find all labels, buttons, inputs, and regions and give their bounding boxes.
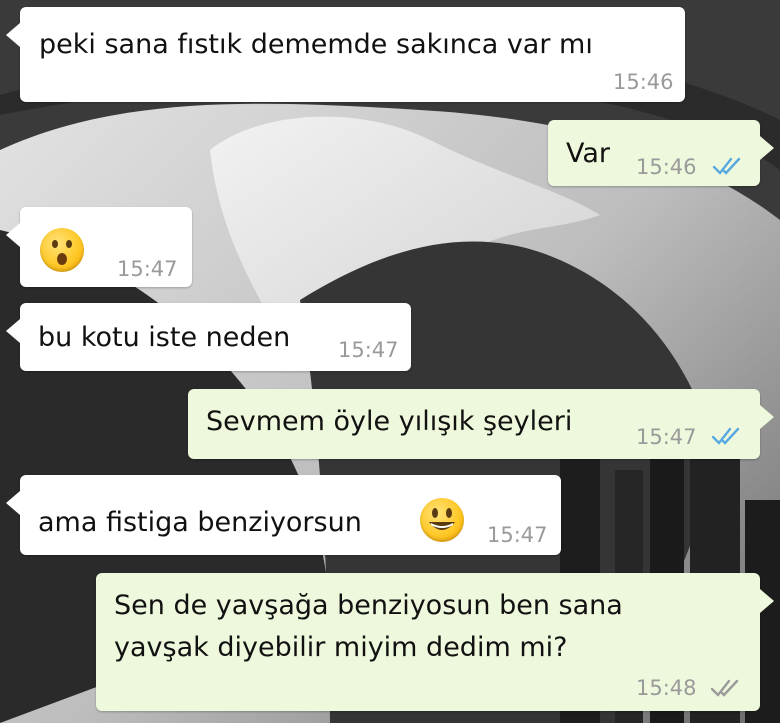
message-text: peki sana fıstık dememde sakınca var mı [39,29,593,60]
message-timestamp: 15:47 [338,338,399,362]
message-timestamp: 15:48 [636,676,697,700]
outgoing-message[interactable]: Var 15:46 [548,120,774,186]
message-text: bu kotu iste neden [38,322,291,353]
message-text-line-1: Sen de yavşağa benziyosun ben sana [114,590,623,621]
read-receipt-icon [712,157,741,175]
grinning-face-emoji-icon [420,498,464,542]
incoming-message[interactable]: 15:47 [6,207,192,287]
message-text: ama fistiga benziyorsun [38,507,362,538]
read-receipt-icon [711,427,740,445]
message-timestamp: 15:47 [117,257,178,281]
message-timestamp: 15:47 [636,425,697,449]
message-text: Sevmem öyle yılışık şeyleri [206,406,573,437]
message-timestamp: 15:47 [487,523,548,547]
outgoing-message[interactable]: Sen de yavşağa benziyosun ben sana yavşa… [96,573,774,711]
incoming-message[interactable]: bu kotu iste neden 15:47 [6,303,411,371]
surprised-face-emoji-icon [40,228,84,272]
message-timestamp: 15:46 [636,155,697,179]
message-text-line-2: yavşak diyebilir miyim dedim mi? [114,632,568,663]
outgoing-message[interactable]: Sevmem öyle yılışık şeyleri 15:47 [188,389,774,459]
message-text: Var [566,138,611,169]
message-timestamp: 15:46 [613,70,674,94]
delivered-receipt-icon [710,679,739,697]
incoming-message[interactable]: peki sana fıstık dememde sakınca var mı … [6,7,685,102]
incoming-message[interactable]: ama fistiga benziyorsun 15:47 [6,475,561,555]
